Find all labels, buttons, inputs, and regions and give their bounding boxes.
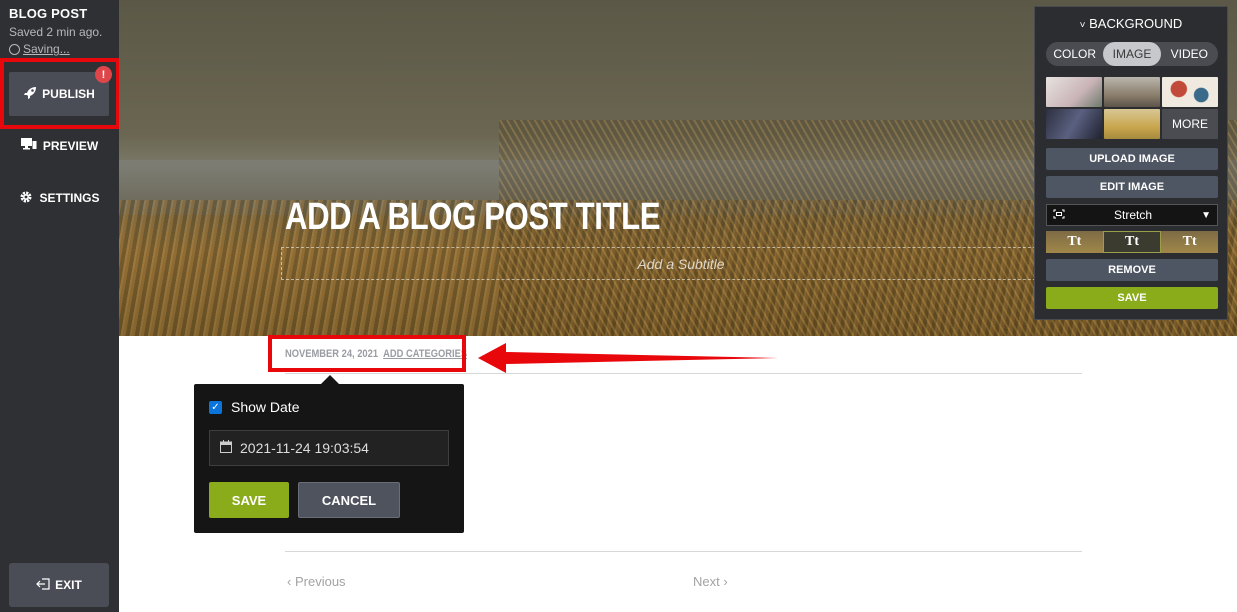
exit-label: EXIT (55, 578, 82, 592)
next-post-link[interactable]: Next › (693, 574, 728, 589)
date-time-value: 2021-11-24 19:03:54 (240, 440, 369, 456)
date-popup: ✓ Show Date 2021-11-24 19:03:54 SAVE CAN… (194, 384, 464, 533)
editor-sidebar: BLOG POST Saved 2 min ago. Saving... PUB… (0, 0, 120, 612)
show-date-checkbox[interactable]: ✓ (209, 400, 222, 414)
more-images-button[interactable]: MORE (1162, 109, 1218, 139)
chevron-left-icon: ‹ (287, 574, 292, 589)
tab-video[interactable]: VIDEO (1161, 42, 1218, 66)
annotation-arrow-icon (478, 343, 778, 373)
tab-color[interactable]: COLOR (1046, 42, 1103, 66)
calendar-icon (220, 440, 232, 456)
monitor-icon (20, 138, 37, 154)
previous-post-link[interactable]: ‹ Previous (287, 574, 346, 589)
image-thumbnail[interactable] (1104, 109, 1160, 139)
image-thumbnail[interactable] (1162, 77, 1218, 107)
date-time-field[interactable]: 2021-11-24 19:03:54 (209, 430, 449, 466)
save-status: Saved 2 min ago. (9, 25, 103, 39)
exit-icon (36, 577, 50, 593)
date-cancel-button[interactable]: CANCEL (298, 482, 400, 518)
spinner-icon (9, 43, 20, 55)
image-fit-select[interactable]: Stretch ▼ (1046, 204, 1218, 226)
upload-image-button[interactable]: UPLOAD IMAGE (1046, 148, 1218, 170)
background-panel-header[interactable]: ˅ BACKGROUND (1035, 16, 1227, 31)
background-heading: BACKGROUND (1089, 16, 1183, 31)
sidebar-item-preview[interactable]: PREVIEW (0, 138, 119, 154)
publish-highlight-box (0, 58, 120, 129)
next-label: Next (693, 574, 720, 589)
sidebar-item-settings[interactable]: SETTINGS (0, 190, 119, 206)
subtitle-input[interactable]: Add a Subtitle (281, 247, 1081, 280)
settings-label: SETTINGS (39, 191, 100, 205)
chevron-down-icon: ˅ (1079, 20, 1086, 31)
chevron-right-icon: › (723, 574, 728, 589)
remove-background-button[interactable]: REMOVE (1046, 259, 1218, 281)
image-thumbnail[interactable] (1046, 77, 1102, 107)
background-panel: ˅ BACKGROUND COLOR IMAGE VIDEO MORE UPLO… (1034, 6, 1228, 320)
show-date-row[interactable]: ✓ Show Date (209, 399, 299, 415)
image-thumbnail[interactable] (1046, 109, 1102, 139)
post-title[interactable]: ADD A BLOG POST TITLE (285, 196, 661, 239)
exit-button[interactable]: EXIT (9, 563, 109, 607)
text-style-option-selected[interactable]: Tt (1102, 231, 1162, 253)
sidebar-title: BLOG POST (9, 6, 88, 21)
show-date-label: Show Date (231, 399, 300, 415)
chevron-down-icon: ▼ (1201, 209, 1211, 221)
background-type-tabs: COLOR IMAGE VIDEO (1046, 42, 1218, 66)
previous-label: Previous (294, 574, 346, 589)
meta-divider (285, 373, 1082, 374)
tab-image[interactable]: IMAGE (1103, 42, 1161, 66)
background-save-button[interactable]: SAVE (1046, 287, 1218, 309)
image-thumbnails: MORE (1046, 77, 1218, 139)
text-style-option[interactable]: Tt (1161, 231, 1219, 253)
image-thumbnail[interactable] (1104, 77, 1160, 107)
fit-icon (1047, 208, 1065, 222)
saving-indicator: Saving... (9, 42, 70, 56)
edit-image-button[interactable]: EDIT IMAGE (1046, 176, 1218, 198)
preview-label: PREVIEW (42, 139, 99, 153)
text-style-options: Tt Tt Tt (1046, 231, 1219, 253)
date-save-button[interactable]: SAVE (209, 482, 289, 518)
nav-divider (285, 551, 1082, 552)
meta-highlight-box (268, 335, 466, 372)
text-style-option[interactable]: Tt (1046, 231, 1103, 253)
image-fit-value: Stretch (1114, 208, 1153, 222)
gear-icon (19, 190, 33, 207)
saving-label: Saving... (23, 42, 70, 56)
popup-caret (321, 375, 339, 384)
